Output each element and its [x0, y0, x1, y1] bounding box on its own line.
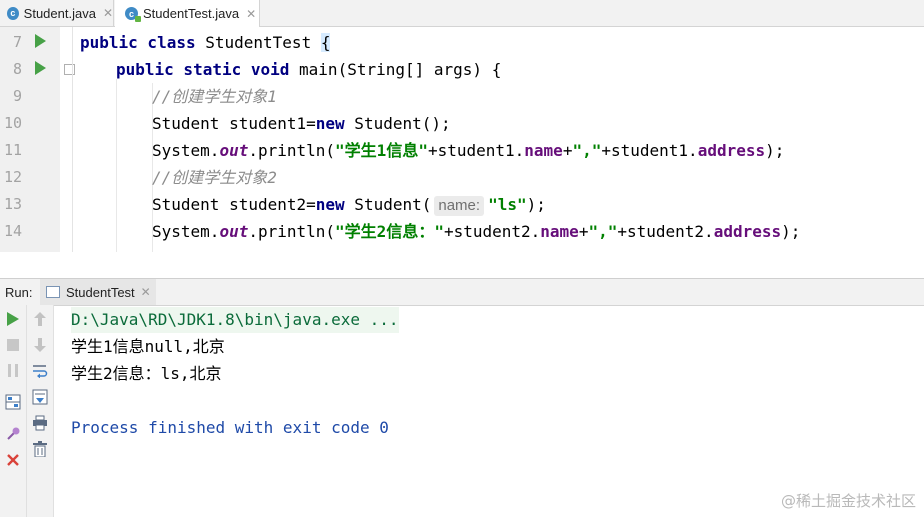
console-output-line: 学生1信息null,北京 [71, 337, 225, 356]
parameter-hint: name: [434, 196, 485, 216]
line-number: 11 [3, 141, 22, 159]
static-field: out [219, 222, 249, 241]
code-text: +student1. [427, 141, 525, 160]
watermark: @稀土掘金技术社区 [780, 492, 916, 510]
field: address [697, 141, 766, 160]
line-number: 14 [3, 222, 22, 240]
code-text: .println( [248, 141, 336, 160]
brace: { [320, 33, 331, 52]
run-toolbar-secondary [27, 305, 54, 517]
tab-studenttest-java[interactable]: c StudentTest.java ✕ [115, 0, 260, 27]
code-line-10: Student student1=new Student(); [152, 110, 451, 137]
tab-label: StudentTest.java [143, 6, 240, 21]
editor-tab-bar: c Student.java ✕ c StudentTest.java ✕ [0, 0, 924, 27]
java-class-icon: c [7, 6, 19, 20]
string-literal: "," [572, 141, 602, 160]
run-tab-label: StudentTest [66, 284, 135, 300]
code-line-13: Student student2=new Student(name: "ls"); [152, 191, 546, 218]
code-text: +student2. [443, 222, 541, 241]
soft-wrap-icon[interactable] [31, 362, 48, 379]
java-class-runnable-icon: c [125, 7, 141, 22]
layout-icon[interactable] [4, 393, 21, 410]
stop-icon[interactable] [4, 336, 21, 353]
code-text: System. [152, 222, 220, 241]
code-text: .println( [248, 222, 336, 241]
code-line-8: public static void main(String[] args) { [116, 56, 501, 83]
code-text: ); [526, 195, 546, 214]
class-name: StudentTest [205, 33, 321, 52]
keyword: new [315, 195, 345, 214]
pin-icon[interactable] [4, 425, 21, 442]
gutter-divider [72, 27, 73, 252]
code-text: Student student2= [152, 195, 316, 214]
line-number: 12 [3, 168, 22, 186]
code-line-12: //创建学生对象2 [152, 168, 277, 187]
editor-gutter: 7 8 9 10 11 12 13 14 [0, 27, 60, 252]
code-text: ); [765, 141, 785, 160]
string-literal: "学生1信息" [335, 141, 428, 160]
close-tab-icon[interactable]: ✕ [103, 6, 113, 20]
code-text: +student2. [617, 222, 714, 241]
run-main-icon[interactable] [35, 61, 46, 75]
close-run-tab-icon[interactable]: ✕ [141, 285, 151, 299]
tab-student-java[interactable]: c Student.java ✕ [0, 0, 114, 26]
code-text: ); [781, 222, 801, 241]
field: name [524, 141, 563, 160]
code-text: Student(); [344, 114, 451, 133]
code-text: +student1. [601, 141, 698, 160]
code-editor[interactable]: public class StudentTest { public static… [74, 27, 924, 252]
static-field: out [219, 141, 249, 160]
string-literal: "学生2信息：" [335, 222, 444, 241]
code-line-11: System.out.println("学生1信息"+student1.name… [152, 137, 784, 164]
trash-icon[interactable] [31, 440, 48, 457]
close-icon[interactable] [4, 451, 21, 468]
tab-label: Student.java [23, 5, 96, 21]
scroll-to-end-icon[interactable] [31, 388, 48, 405]
console-command-line[interactable]: D:\Java\RD\JDK1.8\bin\java.exe ... [71, 307, 399, 333]
run-class-icon[interactable] [35, 34, 46, 48]
code-text: + [578, 222, 589, 241]
run-panel-header: Run: StudentTest ✕ [0, 278, 924, 306]
code-text: Student( [344, 195, 432, 214]
arrow-down-icon[interactable] [31, 336, 48, 353]
console-output[interactable]: D:\Java\RD\JDK1.8\bin\java.exe ... 学生1信息… [54, 305, 924, 517]
keyword: new [315, 114, 345, 133]
print-icon[interactable] [31, 414, 48, 431]
pause-icon[interactable] [4, 362, 21, 379]
line-number: 8 [12, 60, 22, 78]
run-label: Run: [5, 285, 33, 300]
method-signature: main(String[] args) { [299, 60, 502, 79]
rerun-icon[interactable] [4, 310, 21, 327]
keyword: public class [80, 33, 206, 52]
close-tab-icon[interactable]: ✕ [246, 7, 256, 21]
code-text: + [562, 141, 573, 160]
process-finished-message: Process finished with exit code 0 [71, 418, 389, 437]
line-number: 13 [3, 195, 22, 213]
run-tab-studenttest[interactable]: StudentTest ✕ [40, 279, 156, 305]
code-text: System. [152, 141, 220, 160]
code-line-9: //创建学生对象1 [152, 87, 277, 106]
line-number: 9 [12, 87, 22, 105]
code-line-14: System.out.println("学生2信息："+student2.nam… [152, 218, 800, 245]
field: name [540, 222, 579, 241]
field: address [713, 222, 782, 241]
code-line-7: public class StudentTest { [80, 29, 331, 56]
arrow-up-icon[interactable] [31, 310, 48, 327]
string-literal: "," [588, 222, 618, 241]
run-toolbar-primary [0, 305, 27, 517]
code-text: Student student1= [152, 114, 316, 133]
indent-guide [116, 79, 117, 252]
console-output-line: 学生2信息：ls,北京 [71, 364, 222, 383]
run-config-icon [46, 286, 60, 298]
line-number: 10 [3, 114, 22, 132]
keyword: public static void [116, 60, 300, 79]
string-literal: "ls" [488, 195, 527, 214]
line-number: 7 [12, 33, 22, 51]
